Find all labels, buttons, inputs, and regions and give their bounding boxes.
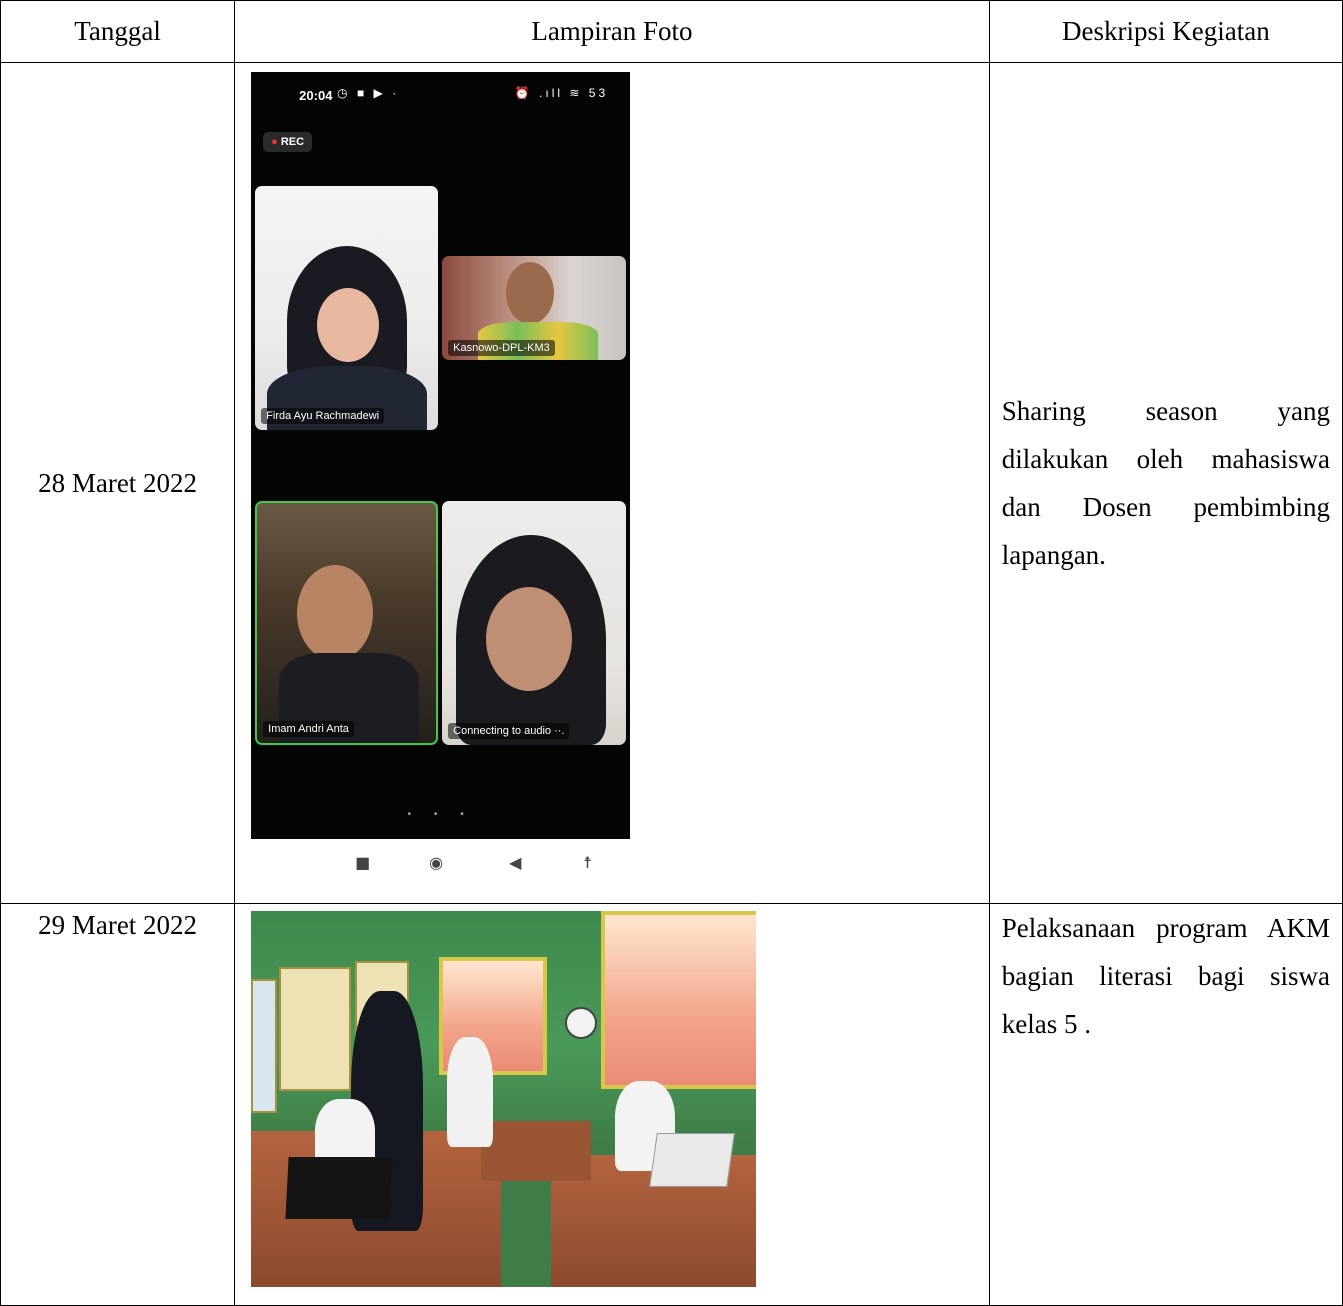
participant-tile: Imam Andri Anta [255, 501, 439, 745]
participant-name: Connecting to audio ··. [448, 723, 570, 739]
recents-icon: ■ [355, 853, 371, 872]
laptop [285, 1157, 393, 1219]
table-header-row: Tanggal Lampiran Foto Deskripsi Kegiatan [0, 0, 1343, 63]
video-call-screenshot: 20:04 ◷ ■ ▶ · ⏰ .ıll ≋ 53 ● REC Firda Ayu… [251, 72, 631, 839]
photo-cell [234, 903, 990, 1306]
laptop [649, 1133, 735, 1187]
activity-table: Tanggal Lampiran Foto Deskripsi Kegiatan… [0, 0, 1343, 1306]
participant-tile: Connecting to audio ··. [442, 501, 627, 745]
rec-dot-icon: ● [271, 136, 278, 148]
accessibility-icon: ☨ [583, 853, 592, 872]
android-nav-bar: ■ ◉ ◀ ☨ [251, 839, 630, 889]
status-time: 20:04 [299, 88, 333, 103]
row-description: Sharing season yang dilakukan oleh mahas… [988, 62, 1343, 904]
photo-cell: 20:04 ◷ ■ ▶ · ⏰ .ıll ≋ 53 ● REC Firda Ayu… [234, 62, 990, 904]
page-indicator: • • • [407, 809, 474, 820]
header-description: Deskripsi Kegiatan [988, 0, 1343, 63]
participant-name: Kasnowo-DPL-KM3 [448, 340, 555, 356]
poster [251, 979, 278, 1113]
desk [481, 1121, 592, 1181]
participant-face [297, 565, 374, 661]
participant-tile: Firda Ayu Rachmadewi [255, 186, 439, 430]
row-description: Pelaksanaan program AKM bagian literasi … [988, 903, 1343, 1306]
row-date: 29 Maret 2022 [0, 903, 236, 1306]
participant-face [506, 262, 555, 324]
table-row: 28 Maret 2022 20:04 ◷ ■ ▶ · ⏰ .ıll ≋ 53 … [0, 62, 1343, 904]
home-icon: ◉ [429, 853, 444, 872]
anatomy-poster [279, 967, 352, 1091]
rec-label: REC [280, 136, 305, 148]
participant-name: Firda Ayu Rachmadewi [261, 408, 385, 424]
participant-face [317, 288, 380, 362]
header-date: Tanggal [0, 0, 236, 63]
status-right-icons: ⏰ .ıll ≋ 53 [514, 86, 609, 100]
student-figure [447, 1037, 494, 1147]
row-date: 28 Maret 2022 [0, 62, 236, 904]
classroom-photo [251, 911, 757, 1287]
table-row: 29 Maret 2022 Pelaksanaan program AKM ba… [0, 903, 1343, 1306]
window [601, 911, 757, 1089]
wall-clock-icon [565, 1007, 598, 1039]
status-icons: ◷ ■ ▶ · [337, 86, 400, 100]
header-photo: Lampiran Foto [234, 0, 990, 63]
back-icon: ◀ [509, 853, 522, 872]
participant-tile: Kasnowo-DPL-KM3 [442, 256, 627, 360]
rec-badge: ● REC [263, 132, 313, 152]
participant-name: Imam Andri Anta [263, 721, 354, 737]
participant-face [486, 587, 573, 691]
